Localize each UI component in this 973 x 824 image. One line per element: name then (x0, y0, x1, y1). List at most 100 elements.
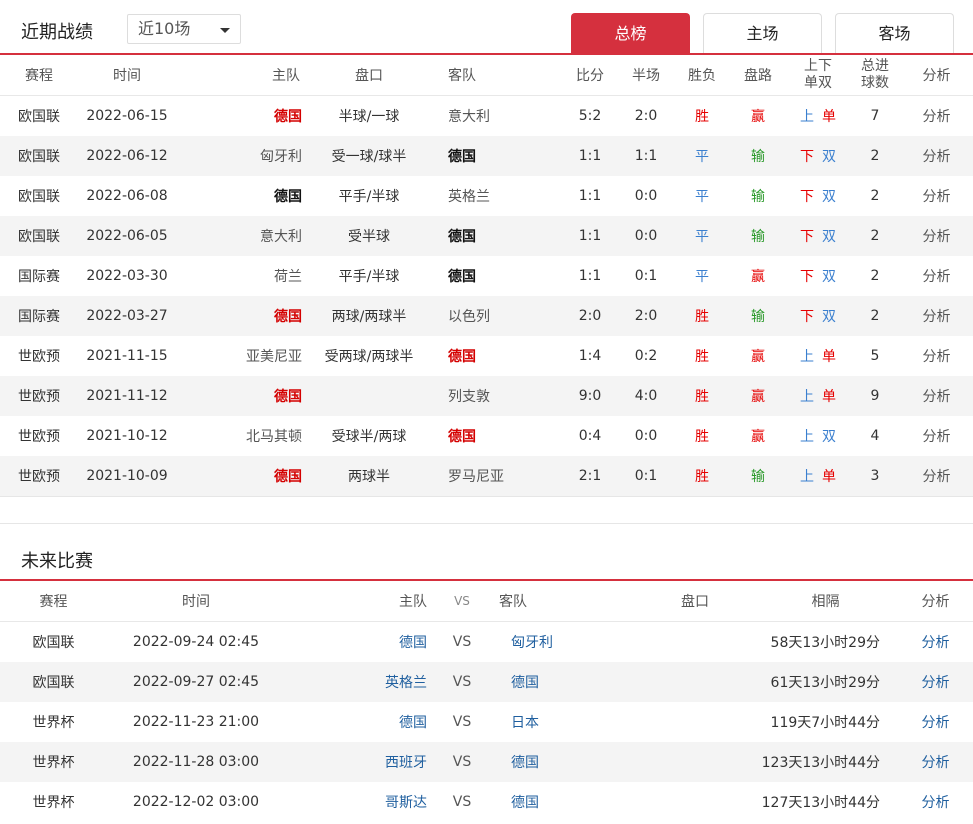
win-loss-value: 胜 (695, 109, 709, 125)
home-team-link[interactable]: 德国 (399, 712, 427, 732)
header-handicap: 盘口 (681, 594, 709, 610)
handicap-cell (637, 622, 753, 662)
away-team-cell: 德国 (497, 742, 637, 782)
date-cell: 2021-11-15 (86, 348, 168, 364)
win-loss-value: 胜 (695, 469, 709, 485)
away-team-name[interactable]: 德国 (448, 266, 476, 286)
handicap-result-value: 赢 (751, 389, 765, 405)
half-time-cell: 0:0 (634, 228, 658, 244)
away-team-name[interactable]: 罗马尼亚 (448, 466, 504, 486)
tab-total[interactable]: 总榜 (571, 13, 690, 54)
analysis-link[interactable]: 分析 (923, 306, 951, 326)
header-handicap-result: 盘路 (744, 68, 772, 84)
tab-home[interactable]: 主场 (703, 13, 822, 54)
total-goals-cell: 2 (870, 228, 880, 244)
handicap-result-cell: 赢 (730, 416, 786, 456)
handicap-result-cell: 输 (730, 456, 786, 496)
analysis-link[interactable]: 分析 (923, 146, 951, 166)
win-loss-cell: 平 (674, 256, 730, 296)
date-cell: 2022-03-30 (86, 268, 168, 284)
home-team-link[interactable]: 英格兰 (385, 672, 427, 692)
analysis-link[interactable]: 分析 (922, 632, 950, 652)
date-cell: 2021-10-09 (86, 468, 168, 484)
odd-even-value: 双 (822, 189, 836, 205)
home-team-cell: 德国 (285, 702, 427, 742)
date-cell: 2022-03-27 (86, 308, 168, 324)
analysis-link[interactable]: 分析 (922, 672, 950, 692)
analysis-link[interactable]: 分析 (922, 712, 950, 732)
away-team-name[interactable]: 德国 (448, 426, 476, 446)
home-team-name[interactable]: 亚美尼亚 (246, 346, 302, 366)
home-team-name[interactable]: 德国 (274, 106, 302, 126)
analysis-link[interactable]: 分析 (923, 266, 951, 286)
header-analysis: 分析 (922, 68, 951, 84)
date-cell: 2022-06-08 (86, 188, 168, 204)
away-team-link[interactable]: 德国 (511, 792, 539, 812)
home-team-name[interactable]: 德国 (274, 186, 302, 206)
analysis-link[interactable]: 分析 (922, 792, 950, 812)
away-team-cell: 德国 (448, 336, 558, 376)
analysis-cell: 分析 (900, 416, 973, 456)
analysis-link[interactable]: 分析 (922, 752, 950, 772)
league-cell: 世欧预 (18, 429, 60, 445)
handicap-cell: 平手/半球 (338, 189, 400, 205)
home-team-name[interactable]: 荷兰 (274, 266, 302, 286)
table-row: 世欧预 2021-10-12 北马其顿 受球半/两球 德国 0:4 0:0 胜 赢 上双 4 分析 (0, 416, 973, 456)
away-team-cell: 罗马尼亚 (448, 456, 558, 496)
home-team-link[interactable]: 西班牙 (385, 752, 427, 772)
half-time-cell: 0:0 (634, 188, 658, 204)
analysis-link[interactable]: 分析 (923, 346, 951, 366)
analysis-link[interactable]: 分析 (923, 186, 951, 206)
datetime-cell: 2022-11-23 21:00 (132, 714, 260, 730)
away-team-name[interactable]: 德国 (448, 346, 476, 366)
home-team-name[interactable]: 德国 (274, 306, 302, 326)
analysis-cell: 分析 (900, 176, 973, 216)
away-team-name[interactable]: 列支敦 (448, 386, 490, 406)
over-under-value: 上 (800, 469, 814, 485)
home-team-cell: 哥斯达 (285, 782, 427, 822)
over-under-cell: 上单 (786, 456, 850, 496)
analysis-link[interactable]: 分析 (923, 226, 951, 246)
tab-away[interactable]: 客场 (835, 13, 954, 54)
analysis-link[interactable]: 分析 (923, 466, 951, 486)
half-time-cell: 4:0 (634, 388, 658, 404)
header-total-goals-line2: 球数 (861, 75, 889, 91)
recent-results-section: 近期战绩 近10场 总榜 主场 客场 赛程 时间 主队 盘口 客队 比分 半场 … (0, 0, 973, 497)
away-team-name[interactable]: 德国 (448, 226, 476, 246)
away-team-link[interactable]: 德国 (511, 672, 539, 692)
away-team-name[interactable]: 英格兰 (448, 186, 490, 206)
home-team-cell: 英格兰 (285, 662, 427, 702)
home-team-name[interactable]: 意大利 (260, 226, 302, 246)
analysis-link[interactable]: 分析 (923, 386, 951, 406)
home-team-link[interactable]: 哥斯达 (385, 792, 427, 812)
away-team-name[interactable]: 德国 (448, 146, 476, 166)
handicap-cell (637, 662, 753, 702)
time-gap-cell: 127天13小时44分 (761, 795, 880, 811)
home-team-name[interactable]: 北马其顿 (246, 426, 302, 446)
away-team-name[interactable]: 意大利 (448, 106, 490, 126)
away-team-cell: 意大利 (448, 96, 558, 136)
date-cell: 2022-06-12 (86, 148, 168, 164)
win-loss-value: 胜 (695, 429, 709, 445)
home-team-name[interactable]: 匈牙利 (260, 146, 302, 166)
upcoming-matches-title: 未来比赛 (21, 551, 93, 572)
away-team-name[interactable]: 以色列 (448, 306, 490, 326)
home-team-name[interactable]: 德国 (274, 386, 302, 406)
score-cell: 0:4 (578, 428, 602, 444)
away-team-link[interactable]: 德国 (511, 752, 539, 772)
half-time-cell: 0:1 (634, 268, 658, 284)
home-team-link[interactable]: 德国 (399, 632, 427, 652)
over-under-value: 下 (800, 309, 814, 325)
handicap-result-value: 赢 (751, 109, 765, 125)
away-team-link[interactable]: 日本 (511, 712, 539, 732)
away-team-cell: 德国 (448, 136, 558, 176)
handicap-result-cell: 输 (730, 296, 786, 336)
match-count-dropdown[interactable]: 近10场 (127, 14, 241, 44)
analysis-link[interactable]: 分析 (923, 426, 951, 446)
analysis-link[interactable]: 分析 (923, 106, 951, 126)
home-team-cell: 德国 (176, 376, 302, 416)
away-team-link[interactable]: 匈牙利 (511, 632, 553, 652)
home-team-name[interactable]: 德国 (274, 466, 302, 486)
table-row: 欧国联 2022-06-15 德国 半球/一球 意大利 5:2 2:0 胜 赢 上单 7 分析 (0, 96, 973, 136)
table-header: 赛程 时间 主队 VS 客队 盘口 相隔 分析 (0, 581, 973, 622)
